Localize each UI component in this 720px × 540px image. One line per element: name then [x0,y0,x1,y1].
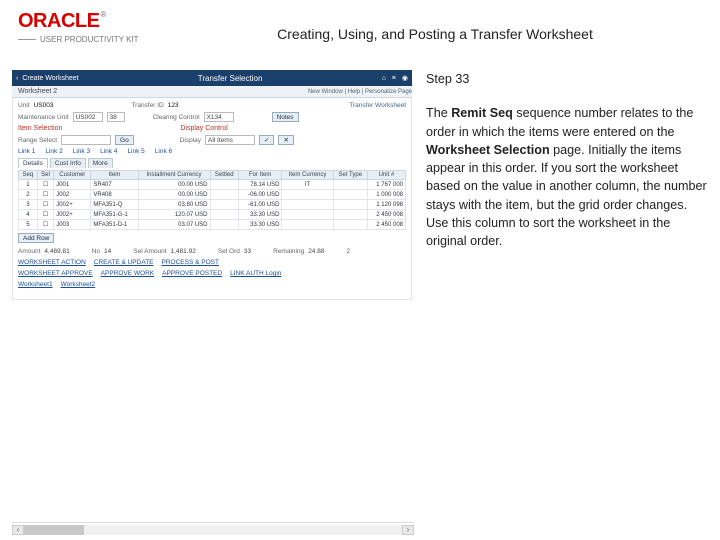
action-link[interactable]: CREATE & UPDATE [94,259,154,266]
remaining-value: 24.88 [308,248,324,255]
tab-more[interactable]: More [88,158,113,168]
instruction-text: The Remit Seq sequence number relates to… [426,104,708,250]
grid-link[interactable]: Link 3 [73,148,90,155]
horizontal-scrollbar[interactable]: ‹ › [12,522,414,536]
home-icon[interactable]: ⌂ [382,75,386,82]
col-itemcur[interactable]: Item Currency [282,171,333,180]
selord-label: Sel Ord [218,248,240,255]
display-select[interactable]: All Items [205,135,255,145]
action-link[interactable]: APPROVE WORK [101,270,154,277]
page-title: Creating, Using, and Posting a Transfer … [168,10,702,42]
no-value: 14 [104,248,111,255]
user-icon[interactable]: ◉ [402,74,408,82]
unit-label: Unit [18,102,30,109]
app-title: Transfer Selection [79,74,382,83]
tab-details[interactable]: Details [18,158,48,168]
brand-tm: ® [100,10,106,19]
tab-worksheet2[interactable]: Worksheet 2 [18,88,57,95]
notes-button[interactable]: Notes [272,112,299,122]
tab-custinfo[interactable]: Cust Info [50,158,86,168]
table-row[interactable]: 2☐J002VR40800.00 USD-06.00 USD1 000 008 [19,190,406,200]
grid-link[interactable]: Link 1 [18,148,35,155]
range-select-label: Range Select [18,137,57,144]
section-item-selection: Item Selection [18,125,62,132]
cancel-button[interactable]: ✕ [278,135,293,145]
action-link[interactable]: PROCESS & POST [162,259,219,266]
no-label: No [92,248,100,255]
clearing-label: Clearing Control [153,114,200,121]
display-label: Display [180,137,201,144]
col-unit[interactable]: Unit # [367,171,405,180]
maintunit-input[interactable]: US002 [73,112,103,122]
go-button[interactable]: Go [115,135,134,145]
col-seq[interactable]: Seq [19,171,38,180]
col-settype[interactable]: Set Type [333,171,367,180]
brand-logo: ORACLE [18,10,99,32]
app-screenshot: ‹ Create Worksheet Transfer Selection ⌂ … [12,70,412,300]
selord-value: 33 [244,248,251,255]
amount-label: Amount [18,248,40,255]
instruction-panel: Step 33 The Remit Seq sequence number re… [426,70,708,300]
action-link[interactable]: LINK AUTH Login [230,270,281,277]
col-cust[interactable]: Customer [54,171,91,180]
status-text: Transfer Worksheet [349,102,406,109]
grid-link[interactable]: Link 6 [155,148,172,155]
menu-icon[interactable]: ≡ [392,75,396,82]
brand-block: ORACLE® USER PRODUCTIVITY KIT [18,10,168,44]
remaining-label: Remaining [273,248,304,255]
col-item[interactable]: Item [91,171,138,180]
back-icon[interactable]: ‹ [16,75,18,82]
transferid-label: Transfer ID [131,102,163,109]
count-value: 2 [346,248,350,255]
range-select-input[interactable] [61,135,111,145]
col-foritem[interactable]: For Item [238,171,282,180]
maintunit-label: Maintenance Unit [18,114,69,121]
foot-link[interactable]: Worksheet2 [61,281,96,288]
table-row[interactable]: 5☐J003MFA351-D-103.07 USD33.30 USD2 450 … [19,220,406,230]
table-row[interactable]: 1☐J001SR40700.00 USD78.14 USDIT1 767 000 [19,180,406,190]
action-link[interactable]: APPROVE POSTED [162,270,222,277]
foot-link[interactable]: Worksheet1 [18,281,53,288]
clearing-input[interactable]: X134 [204,112,234,122]
col-sel[interactable]: Sel [37,171,53,180]
action-link[interactable]: WORKSHEET ACTION [18,259,86,266]
window-meta[interactable]: New Window | Help | Personalize Page [308,89,412,95]
scroll-right-icon[interactable]: › [402,525,414,535]
table-row[interactable]: 3☐J002+MFA351-Q03.80 USD-61.00 USD1 120 … [19,200,406,210]
ok-button[interactable]: ✓ [259,135,274,145]
grid-link[interactable]: Link 4 [100,148,117,155]
scroll-left-icon[interactable]: ‹ [12,525,24,535]
brand-subtitle: USER PRODUCTIVITY KIT [40,35,139,44]
selamount-value: 1,481.92 [171,248,196,255]
section-display-control: Display Control [180,125,227,132]
back-label[interactable]: Create Worksheet [22,75,78,82]
step-label: Step 33 [426,70,708,88]
transferid-value: 123 [168,102,179,109]
grid-link[interactable]: Link 5 [127,148,144,155]
amount-value: 4,469.81 [44,248,69,255]
col-settled[interactable]: Settled [210,171,238,180]
unit-value: US003 [34,102,54,109]
table-row[interactable]: 4☐J002+MFA351-G-1120.07 USD33.30 USD2 45… [19,210,406,220]
worksheet-grid[interactable]: Seq Sel Customer Item Installment Curren… [18,170,406,230]
action-link[interactable]: WORKSHEET APPROVE [18,270,93,277]
add-row-button[interactable]: Add Row [18,233,54,243]
col-inst[interactable]: Installment Currency [138,171,210,180]
selamount-label: Sel Amount [133,248,166,255]
grid-link[interactable]: Link 2 [45,148,62,155]
app-topbar: ‹ Create Worksheet Transfer Selection ⌂ … [12,70,412,86]
maintunit2-input[interactable]: 38 [107,112,125,122]
